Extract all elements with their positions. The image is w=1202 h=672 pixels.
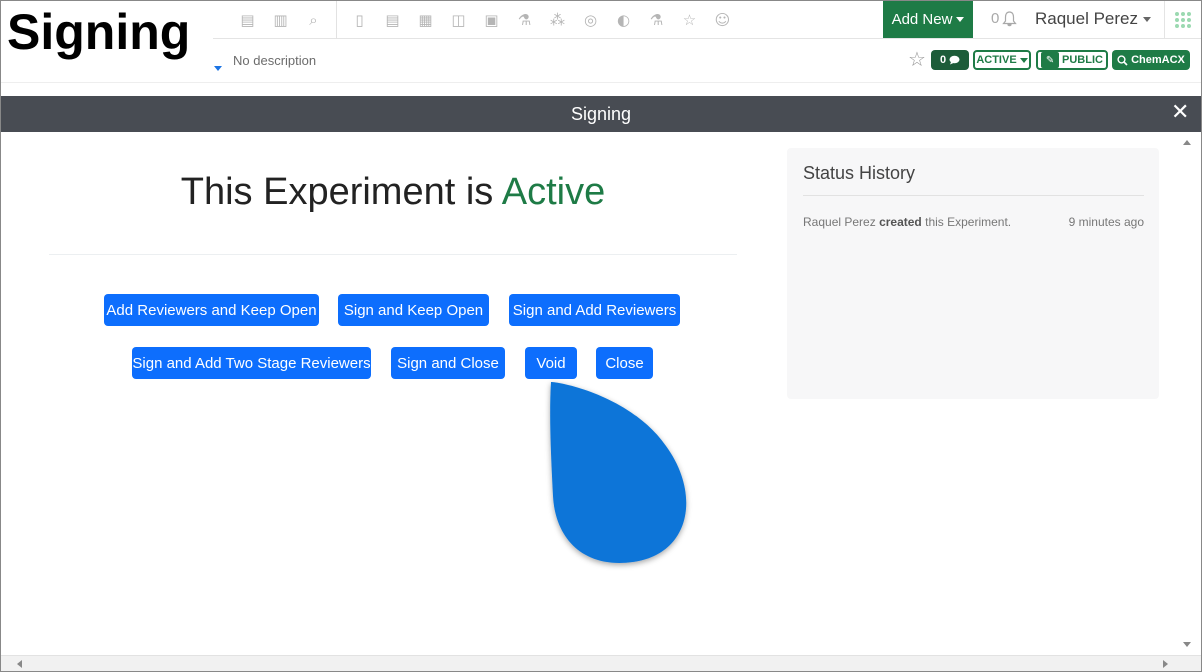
- entry-object: this Experiment.: [925, 215, 1012, 229]
- sign-close-button[interactable]: Sign and Close: [391, 347, 505, 379]
- notification-count: 0: [991, 10, 1000, 27]
- add-reviewers-keep-open-button[interactable]: Add Reviewers and Keep Open: [104, 294, 319, 326]
- chevron-down-icon: [1019, 57, 1028, 63]
- visibility-button[interactable]: ✎ PUBLIC: [1036, 50, 1108, 70]
- status-headline: This Experiment is Active: [49, 171, 737, 214]
- user-name: Raquel Perez: [1035, 9, 1139, 28]
- search-icon[interactable]: ⌕: [297, 1, 330, 39]
- chart-icon[interactable]: ▥: [264, 1, 297, 39]
- comments-count: 0: [939, 54, 947, 66]
- scroll-right-icon[interactable]: [1163, 660, 1168, 668]
- calendar-icon[interactable]: ▦: [409, 1, 442, 39]
- chevron-down-icon: [1143, 16, 1152, 22]
- user-menu[interactable]: Raquel Perez: [1035, 9, 1152, 29]
- entry-user: Raquel Perez: [803, 215, 876, 229]
- pointer-drop-icon: [550, 382, 687, 563]
- chemacx-label: ChemACX: [1131, 54, 1185, 66]
- visibility-label: PUBLIC: [1062, 54, 1103, 66]
- add-new-button[interactable]: Add New: [883, 1, 973, 38]
- tutorial-title: Signing: [1, 1, 213, 67]
- entry-action: created: [879, 215, 922, 229]
- search-icon: [1117, 54, 1128, 66]
- sign-add-reviewers-button[interactable]: Sign and Add Reviewers: [509, 294, 680, 326]
- status-dropdown[interactable]: ACTIVE: [973, 50, 1031, 70]
- apps-grid-icon[interactable]: [1164, 1, 1201, 38]
- status-history-panel: Status History Raquel Perez created this…: [787, 148, 1159, 399]
- star-icon[interactable]: ☆: [908, 49, 926, 69]
- comments-badge[interactable]: 0: [931, 50, 969, 70]
- flask-icon[interactable]: ⚗: [640, 1, 673, 39]
- sign-add-two-stage-reviewers-button[interactable]: Sign and Add Two Stage Reviewers: [132, 347, 371, 379]
- scroll-down-icon[interactable]: [1183, 642, 1191, 647]
- comment-icon: [949, 55, 960, 65]
- headline-status: Active: [501, 171, 606, 213]
- database-icon[interactable]: ◐: [607, 1, 640, 39]
- clipboard-check-icon[interactable]: ▣: [475, 1, 508, 39]
- divider: [49, 254, 737, 255]
- status-history-title: Status History: [803, 163, 916, 183]
- chemacx-button[interactable]: ChemACX: [1112, 50, 1190, 70]
- modal-header: Signing ✕: [1, 96, 1201, 132]
- vertical-scrollbar[interactable]: [1175, 132, 1201, 655]
- bell-icon: [1002, 10, 1018, 26]
- sign-keep-open-button[interactable]: Sign and Keep Open: [338, 294, 489, 326]
- pencil-icon: ✎: [1041, 52, 1060, 68]
- dashboard-icon[interactable]: ▤: [231, 1, 264, 39]
- add-new-label: Add New: [891, 11, 953, 28]
- user-icon[interactable]: ☺: [706, 1, 739, 39]
- entry-timestamp: 9 minutes ago: [1068, 215, 1144, 229]
- registration-icon[interactable]: ◎: [574, 1, 607, 39]
- status-history-entry: Raquel Perez created this Experiment.: [803, 215, 1011, 229]
- nav-icon-strip: ▤ ▥ ⌕ ▯ ▤ ▦ ◫ ▣ ⚗ ⁂ ◎ ◐ ⚗ ☆ ☺: [231, 1, 739, 39]
- app-window: ▤ ▥ ⌕ ▯ ▤ ▦ ◫ ▣ ⚗ ⁂ ◎ ◐ ⚗ ☆ ☺ Add New 0: [0, 0, 1202, 672]
- nav-divider: [336, 1, 337, 39]
- modal-title: Signing: [570, 104, 632, 124]
- headline-prefix: This Experiment is: [180, 171, 494, 213]
- notebook-icon[interactable]: ▯: [343, 1, 376, 39]
- tutorial-title-text: Signing: [7, 4, 191, 60]
- void-button[interactable]: Void: [525, 347, 577, 379]
- divider: [803, 195, 1144, 196]
- scroll-up-icon[interactable]: [1183, 140, 1191, 145]
- chevron-down-icon: [956, 17, 965, 22]
- molecule-icon[interactable]: ⁂: [541, 1, 574, 39]
- horizontal-scrollbar[interactable]: [1, 655, 1201, 671]
- close-icon[interactable]: ✕: [1171, 99, 1189, 127]
- lab-icon[interactable]: ⚗: [508, 1, 541, 39]
- status-label: ACTIVE: [976, 54, 1017, 66]
- description-text[interactable]: No description: [233, 53, 316, 68]
- caret-down-icon[interactable]: [214, 58, 222, 76]
- favorites-icon[interactable]: ☆: [673, 1, 706, 39]
- scroll-left-icon[interactable]: [17, 660, 22, 668]
- notifications-button[interactable]: 0: [991, 10, 1018, 27]
- presentation-icon[interactable]: ◫: [442, 1, 475, 39]
- close-button[interactable]: Close: [596, 347, 653, 379]
- clipboard-icon[interactable]: ▤: [376, 1, 409, 39]
